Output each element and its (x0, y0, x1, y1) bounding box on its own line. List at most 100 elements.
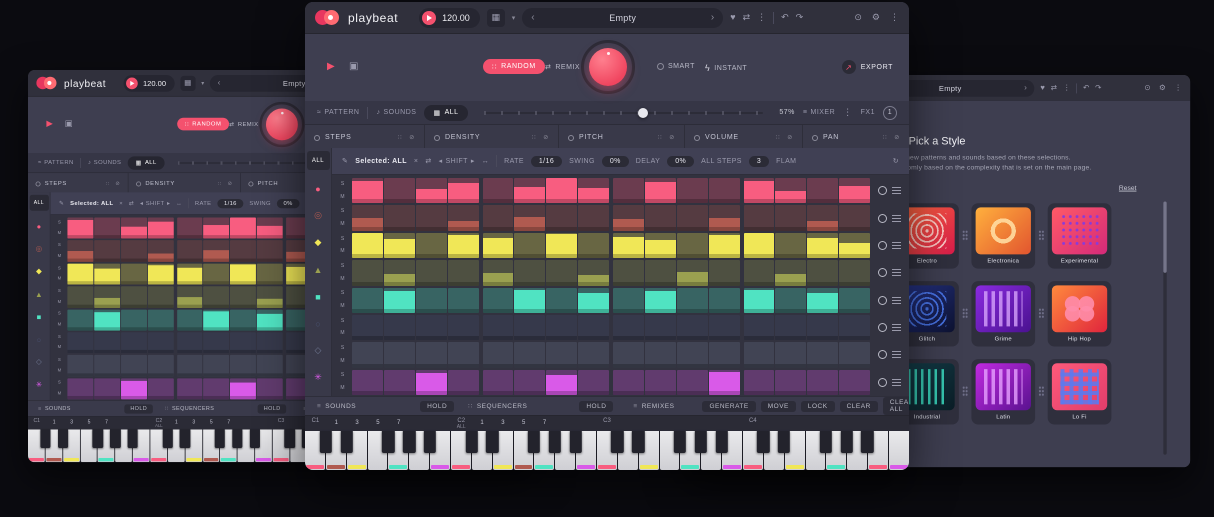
step-cell[interactable] (352, 260, 383, 285)
row-knob[interactable] (878, 323, 887, 332)
sounds-hold-button[interactable]: HOLD (124, 404, 153, 413)
step-cell[interactable] (448, 260, 479, 285)
step-cell[interactable] (645, 260, 676, 285)
black-key[interactable] (528, 431, 540, 453)
step-cell[interactable] (613, 233, 644, 258)
step-cell[interactable] (230, 286, 256, 307)
step-cell[interactable] (744, 233, 775, 258)
track-icon-1[interactable]: ● (305, 175, 331, 202)
step-cell[interactable] (514, 205, 545, 230)
step-cell[interactable] (775, 370, 806, 395)
row-knob[interactable] (878, 241, 887, 250)
step-cell[interactable] (177, 355, 203, 376)
step-cell[interactable] (578, 260, 609, 285)
row-knob[interactable] (878, 268, 887, 277)
step-cell[interactable] (257, 355, 283, 376)
step-cell[interactable] (514, 288, 545, 313)
mute-button[interactable]: M (340, 277, 344, 282)
step-cell[interactable] (448, 205, 479, 230)
step-cell[interactable] (578, 233, 609, 258)
transport-record-icon[interactable]: ▣ (65, 119, 73, 128)
step-cell[interactable] (416, 288, 447, 313)
track-icon-2[interactable]: ◎ (28, 238, 50, 261)
clear-all-button[interactable]: CLEAR ALL (883, 397, 909, 415)
track-icon-4[interactable]: ▲ (28, 283, 50, 306)
scrollbar-track[interactable] (1163, 202, 1166, 455)
black-key[interactable] (403, 431, 415, 453)
sequencers-hold-button[interactable]: HOLD (579, 401, 613, 412)
swing-value[interactable]: 0% (277, 199, 300, 208)
shift-left-icon[interactable]: ◂ (140, 200, 143, 207)
tab-pattern[interactable]: ≈PATTERN (317, 109, 359, 116)
step-cell[interactable] (203, 332, 229, 353)
step-cell[interactable] (177, 217, 203, 238)
dice-icon[interactable]: ∷ (398, 134, 403, 141)
dice-icon[interactable]: ∷ (776, 134, 781, 141)
solo-button[interactable]: S (341, 237, 344, 242)
step-cell[interactable] (94, 286, 120, 307)
step-cell[interactable] (546, 178, 577, 203)
dice-icon[interactable]: ∷ (532, 134, 537, 141)
lock-icon[interactable]: ⊘ (115, 181, 120, 187)
caret-down-icon[interactable]: ▾ (512, 14, 516, 22)
black-key[interactable] (570, 431, 582, 453)
step-cell[interactable] (775, 288, 806, 313)
step-cell[interactable] (709, 178, 740, 203)
step-cell[interactable] (483, 233, 514, 258)
step-cell[interactable] (839, 370, 870, 395)
step-cell[interactable] (448, 233, 479, 258)
style-card-electronica[interactable]: Electronica (971, 203, 1035, 268)
step-cell[interactable] (94, 355, 120, 376)
track-icon-3[interactable]: ◆ (305, 229, 331, 256)
step-cell[interactable] (67, 378, 93, 399)
clear-selection-icon[interactable]: × (414, 158, 419, 165)
step-cell[interactable] (352, 342, 383, 367)
gear-icon[interactable]: ⚙ (1159, 84, 1166, 92)
black-key[interactable] (93, 430, 103, 448)
random-button[interactable]: ∷RANDOM (177, 118, 229, 131)
generate-button[interactable]: GENERATE (702, 401, 755, 412)
step-cell[interactable] (807, 288, 838, 313)
step-cell[interactable] (257, 286, 283, 307)
remix-toggle[interactable]: ⇄REMIX (545, 63, 580, 71)
step-cell[interactable] (177, 286, 203, 307)
track-icon-6[interactable]: ○ (28, 328, 50, 351)
allsteps-value[interactable]: 3 (749, 156, 769, 167)
step-cell[interactable] (775, 342, 806, 367)
row-knob[interactable] (878, 296, 887, 305)
globe-icon[interactable]: ⊙ (854, 13, 862, 22)
step-cell[interactable] (807, 233, 838, 258)
step-cell[interactable] (775, 315, 806, 340)
step-cell[interactable] (257, 378, 283, 399)
step-cell[interactable] (483, 288, 514, 313)
preset-selector[interactable]: ‹Empty› (522, 8, 723, 28)
bpm-display[interactable]: 120.00 (124, 75, 175, 92)
step-cell[interactable] (483, 342, 514, 367)
step-cell[interactable] (546, 370, 577, 395)
track-icon-1[interactable]: ● (28, 215, 50, 238)
solo-button[interactable]: S (58, 267, 61, 271)
row-knob[interactable] (878, 214, 887, 223)
track-icon-2[interactable]: ◎ (305, 202, 331, 229)
swap-icon[interactable]: ⇄ (129, 200, 134, 207)
row-menu-icon[interactable] (892, 187, 901, 194)
smart-toggle[interactable]: SMART (657, 63, 695, 70)
mute-button[interactable]: M (58, 300, 61, 304)
black-key[interactable] (285, 430, 295, 448)
pencil-icon[interactable]: ✎ (342, 157, 348, 165)
step-cell[interactable] (514, 233, 545, 258)
step-cell[interactable] (121, 217, 147, 238)
column-pitch[interactable]: PITCH∷⊘ (559, 125, 685, 150)
step-cell[interactable] (352, 370, 383, 395)
row-menu-icon[interactable] (892, 324, 901, 331)
track-icon-5[interactable]: ■ (28, 305, 50, 328)
solo-button[interactable]: S (341, 182, 344, 187)
step-cell[interactable] (839, 205, 870, 230)
solo-button[interactable]: S (341, 264, 344, 269)
step-cell[interactable] (775, 178, 806, 203)
step-cell[interactable] (807, 205, 838, 230)
step-cell[interactable] (744, 205, 775, 230)
export-button[interactable]: ↗EXPORT (842, 60, 893, 74)
tab-sounds[interactable]: ♪SOUNDS (376, 109, 416, 116)
black-key[interactable] (180, 430, 190, 448)
